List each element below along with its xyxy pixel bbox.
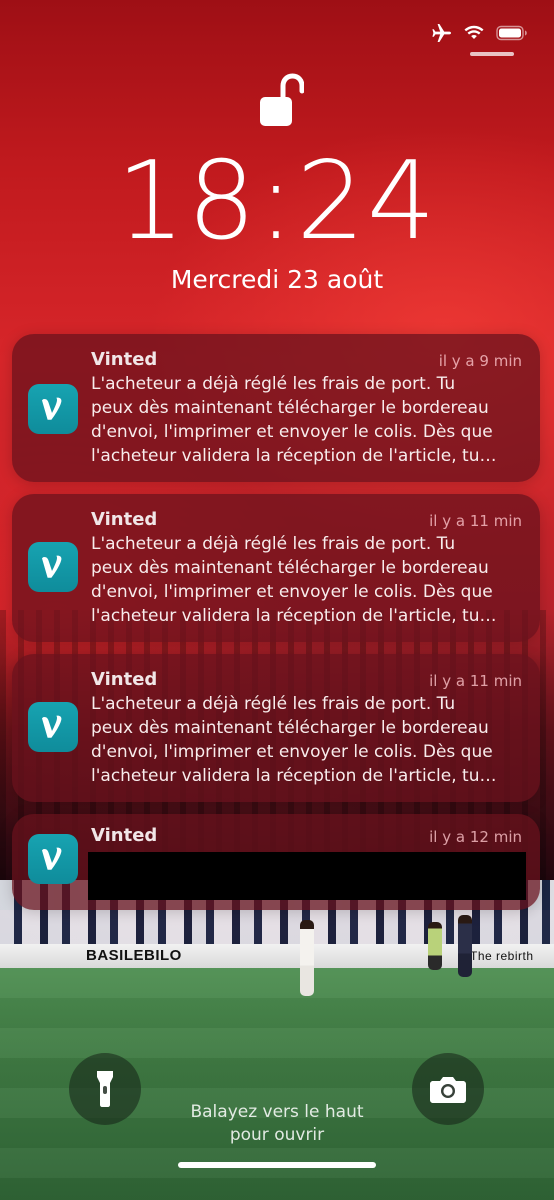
notification-line: l'acheteur validera la réception de l'ar… (91, 606, 497, 626)
notification-body: L'acheteur a déjà réglé les frais de por… (91, 532, 523, 628)
vinted-app-icon (28, 542, 78, 592)
vinted-v-logo (42, 397, 62, 420)
lock-screen-date: Mercredi 23 août (170, 265, 384, 294)
notification-line: d'envoi, l'imprimer et envoyer le colis.… (91, 742, 493, 762)
notification-time: il y a 11 min (429, 512, 522, 530)
notification-line: peux dès maintenant télécharger le borde… (91, 398, 489, 418)
vinted-v-logo (42, 715, 62, 738)
notification-time: il y a 11 min (429, 672, 522, 690)
adboard-text-right: The rebirth (470, 949, 534, 963)
vinted-app-icon (28, 702, 78, 752)
notification-body: L'acheteur a déjà réglé les frais de por… (91, 692, 523, 788)
home-indicator[interactable] (178, 1162, 376, 1168)
notification-line: l'acheteur validera la réception de l'ar… (91, 446, 497, 466)
notification-time: il y a 9 min (438, 352, 522, 370)
vinted-app-icon (28, 834, 78, 884)
battery-icon (496, 25, 527, 41)
redacted-notification-body (88, 852, 526, 900)
notification-time: il y a 12 min (429, 828, 522, 846)
notification-app-name: Vinted (91, 509, 158, 530)
wallpaper-player (428, 922, 442, 970)
notification-app-name: Vinted (91, 825, 158, 846)
lock-screen-time: 18:24 (116, 139, 438, 264)
swipe-up-hint: Balayez vers le haut pour ouvrir (0, 1101, 554, 1147)
adboard-text-left: BASILEBILO (86, 947, 182, 964)
camera-icon (430, 1077, 466, 1103)
vinted-app-icon (28, 384, 78, 434)
unlocked-padlock-icon (260, 73, 304, 126)
notification-line: l'acheteur validera la réception de l'ar… (91, 766, 497, 786)
swipe-hint-line: Balayez vers le haut (190, 1102, 364, 1122)
wallpaper-player (458, 915, 472, 977)
status-bar (430, 20, 528, 46)
notification-card[interactable]: Vinted il y a 12 min (12, 814, 540, 910)
notification-body: L'acheteur a déjà réglé les frais de por… (91, 372, 523, 468)
wallpaper-player (300, 920, 314, 996)
notification-line: L'acheteur a déjà réglé les frais de por… (91, 534, 456, 554)
notification-card[interactable]: Vinted il y a 9 min L'acheteur a déjà ré… (12, 334, 540, 482)
notification-line: peux dès maintenant télécharger le borde… (91, 558, 489, 578)
notification-card[interactable]: Vinted il y a 11 min L'acheteur a déjà r… (12, 654, 540, 802)
vinted-v-logo (42, 847, 62, 870)
vinted-v-logo (42, 555, 62, 578)
wifi-icon (464, 25, 484, 39)
notification-line: L'acheteur a déjà réglé les frais de por… (91, 694, 456, 714)
notification-line: d'envoi, l'imprimer et envoyer le colis.… (91, 422, 493, 442)
control-center-indicator[interactable] (470, 52, 514, 56)
swipe-hint-line: pour ouvrir (229, 1125, 325, 1145)
notification-line: peux dès maintenant télécharger le borde… (91, 718, 489, 738)
notification-card[interactable]: Vinted il y a 11 min L'acheteur a déjà r… (12, 494, 540, 642)
airplane-icon (432, 24, 451, 42)
notification-app-name: Vinted (91, 349, 158, 370)
notification-line: d'envoi, l'imprimer et envoyer le colis.… (91, 582, 493, 602)
notification-app-name: Vinted (91, 669, 158, 690)
notification-line: L'acheteur a déjà réglé les frais de por… (91, 374, 456, 394)
